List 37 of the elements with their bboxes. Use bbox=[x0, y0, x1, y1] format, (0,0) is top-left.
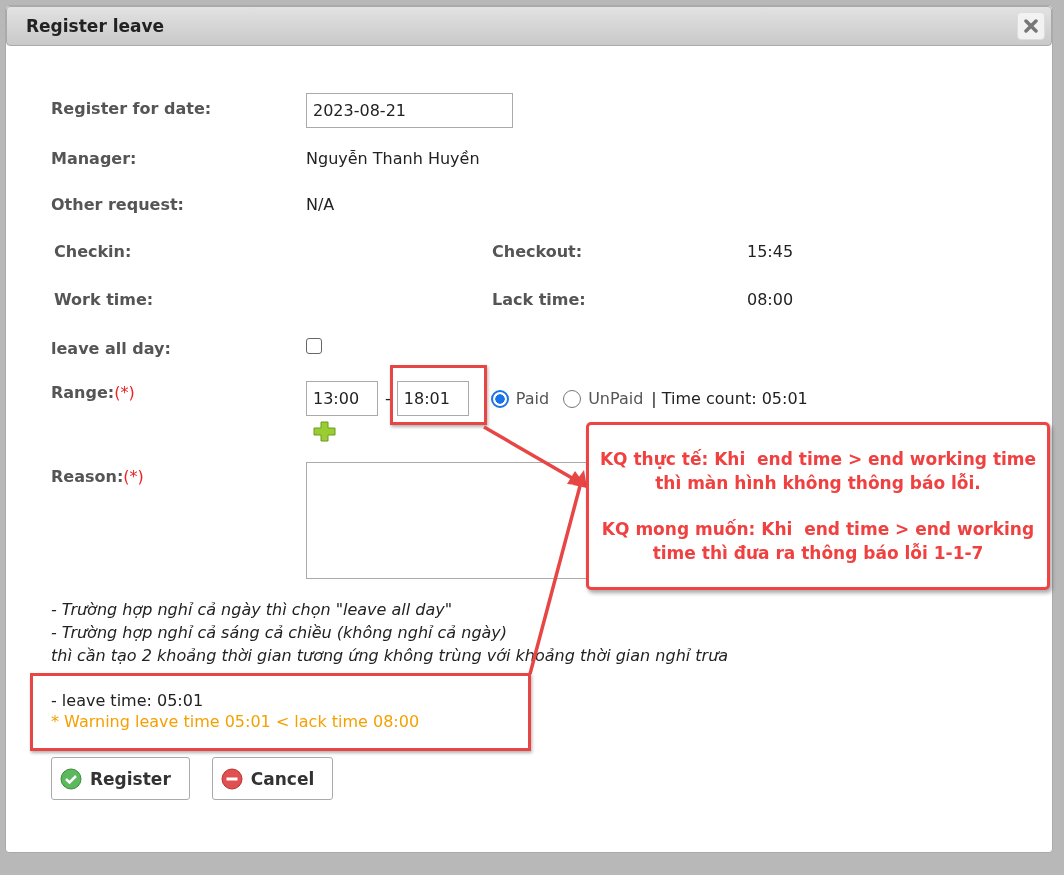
start-time-field[interactable]: 13:00 bbox=[306, 381, 378, 416]
field-label: Range:(*) bbox=[51, 382, 136, 404]
register-button[interactable]: Register bbox=[51, 757, 190, 800]
dialog-title: Register leave bbox=[26, 16, 165, 36]
plus-icon[interactable] bbox=[313, 421, 336, 442]
warning-text: * Warning leave time 05:01 < lack time 08:00 bbox=[51, 711, 421, 732]
minus-icon bbox=[220, 767, 243, 790]
field-label: Checkout: bbox=[492, 241, 584, 263]
radio-label[interactable]: UnPaid bbox=[588, 389, 644, 408]
time-count: | Time count: 05:01 bbox=[651, 389, 808, 408]
close-button[interactable] bbox=[1017, 12, 1045, 40]
note-text: - Trường hợp nghỉ cả ngày thì chọn "leave all day" bbox=[51, 599, 454, 621]
close-icon bbox=[1024, 19, 1038, 33]
field-label: Manager: bbox=[51, 148, 138, 170]
all-day-checkbox[interactable] bbox=[306, 338, 322, 354]
cancel-button[interactable]: Cancel bbox=[211, 757, 334, 800]
field-label: Work time: bbox=[54, 289, 155, 311]
field-label: Register for date: bbox=[51, 98, 213, 120]
field-value: Nguyễn Thanh Huyền bbox=[306, 148, 480, 170]
field-label: Other request: bbox=[51, 194, 185, 216]
leave-time-text: - leave time: 05:01 bbox=[51, 690, 205, 711]
annotation-text: KQ thực tế: Khi end time > end working time thì màn hình không thông báo lỗi. bbox=[599, 448, 1037, 495]
annotation-text: KQ mong muốn: Khi end time > end working time thì đưa ra thông báo lỗi 1-1-7 bbox=[600, 518, 1036, 565]
note-text: - Trường hợp nghỉ cả sáng cả chiều (không nghỉ cả ngày) bbox=[51, 622, 509, 644]
range-separator: - bbox=[385, 389, 391, 408]
check-icon bbox=[60, 767, 82, 790]
field-label: leave all day: bbox=[51, 338, 172, 360]
field-label: Lack time: bbox=[492, 289, 587, 311]
field-value: 15:45 bbox=[747, 241, 795, 263]
radio-label[interactable]: Paid bbox=[515, 389, 550, 408]
end-time-field[interactable]: 18:01 bbox=[396, 381, 469, 416]
field-label: Reason:(*) bbox=[51, 466, 145, 488]
field-label: Checkin: bbox=[54, 241, 133, 263]
radio-button[interactable] bbox=[490, 389, 509, 408]
field-value: 08:00 bbox=[747, 289, 795, 311]
date-field[interactable]: 2023-08-21 bbox=[306, 93, 513, 128]
field-value: N/A bbox=[306, 194, 335, 216]
